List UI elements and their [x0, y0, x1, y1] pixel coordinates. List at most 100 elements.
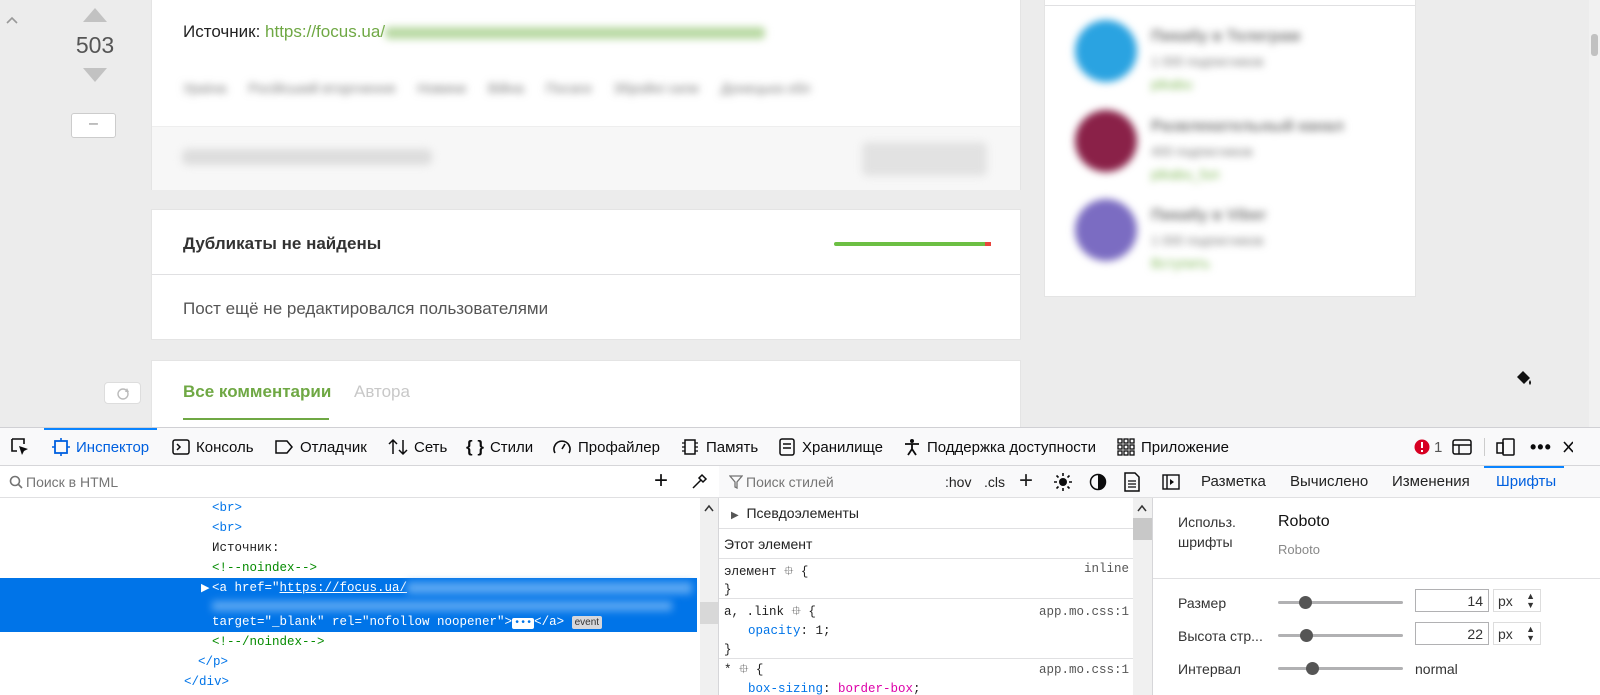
more-options-icon[interactable]: •••: [1530, 428, 1552, 466]
css-property[interactable]: opacity: [748, 624, 801, 638]
cls-toggle[interactable]: .cls: [984, 474, 1005, 490]
social-link[interactable]: pikabu_fun: [1151, 166, 1220, 182]
toggle-sidebar-icon[interactable]: [1162, 474, 1180, 490]
tag[interactable]: Новини: [417, 80, 466, 96]
tab-styles[interactable]: { } Стили: [466, 428, 533, 466]
split-console-icon[interactable]: [1452, 428, 1472, 466]
add-rule-icon[interactable]: +: [1019, 469, 1033, 493]
duplicates-title: Дубликаты не найдены: [183, 234, 382, 253]
font-size-slider[interactable]: [1278, 596, 1403, 609]
refresh-button[interactable]: [104, 382, 141, 404]
node-highlight-icon[interactable]: ⯐: [739, 663, 748, 677]
rule-selector[interactable]: a, .link: [724, 605, 784, 619]
styles-search-input[interactable]: [746, 472, 936, 492]
markup-line[interactable]: </p>: [198, 655, 228, 669]
tab-layout[interactable]: Разметка: [1201, 473, 1266, 490]
donate-button[interactable]: [862, 142, 987, 176]
font-size-unit-select[interactable]: px ▲ ▼: [1493, 589, 1541, 612]
markup-line[interactable]: <!--noindex-->: [212, 561, 317, 575]
post-score: 503: [75, 32, 115, 58]
tab-computed[interactable]: Вычислено: [1290, 473, 1368, 490]
collapse-button[interactable]: –: [71, 113, 116, 138]
expand-arrow-icon[interactable]: ▶: [201, 581, 209, 595]
tab-application[interactable]: Приложение: [1117, 428, 1229, 466]
letter-spacing-slider[interactable]: [1278, 662, 1403, 675]
markup-line[interactable]: <br>: [212, 501, 242, 515]
font-size-input[interactable]: 14: [1415, 589, 1489, 612]
node-highlight-icon[interactable]: ⯐: [792, 605, 801, 619]
line-height-input[interactable]: 22: [1415, 622, 1489, 645]
line-height-unit-select[interactable]: px ▲ ▼: [1493, 622, 1541, 645]
paint-bucket-icon[interactable]: [1514, 368, 1534, 393]
rule-source[interactable]: inline: [1084, 562, 1129, 576]
pseudo-label: Псевдоэлементы: [746, 505, 859, 521]
tab-network[interactable]: Сеть: [388, 428, 447, 466]
scroll-up-icon[interactable]: [6, 12, 18, 24]
tag[interactable]: Війна: [488, 80, 524, 96]
social-sidebar: Пикабу в Телеграм 1 000 подписчиков pika…: [1044, 0, 1416, 297]
element-picker-icon[interactable]: [10, 428, 30, 466]
tab-author-comments[interactable]: Автора: [354, 382, 410, 402]
rules-scrollbar[interactable]: [1133, 498, 1152, 695]
used-fonts-label: Использ.: [1178, 514, 1236, 530]
error-counter[interactable]: 1: [1414, 428, 1442, 466]
responsive-design-icon[interactable]: [1496, 428, 1516, 466]
light-mode-icon[interactable]: [1053, 472, 1073, 492]
event-badge[interactable]: event: [571, 616, 603, 629]
tag[interactable]: Ураїна: [183, 80, 226, 96]
tab-debugger[interactable]: Отладчик: [274, 428, 367, 466]
tab-label: Консоль: [196, 438, 254, 456]
rule-source[interactable]: app.mo.css:1: [1039, 603, 1129, 622]
add-node-icon[interactable]: +: [654, 469, 668, 493]
line-height-slider[interactable]: [1278, 629, 1403, 642]
tag[interactable]: Посаги: [546, 80, 592, 96]
tab-accessibility[interactable]: Поддержка доступности: [903, 428, 1096, 466]
tab-storage[interactable]: Хранилище: [778, 428, 883, 466]
markup-line[interactable]: <!--/noindex-->: [212, 635, 325, 649]
markup-link[interactable]: https://focus.ua/: [280, 581, 408, 595]
tag[interactable]: Збройні сили: [613, 80, 698, 96]
tab-fonts[interactable]: Шрифты: [1496, 473, 1556, 490]
tab-label: Инспектор: [76, 438, 150, 456]
tab-profiler[interactable]: Профайлер: [552, 428, 660, 466]
node-highlight-icon[interactable]: ⯐: [784, 565, 793, 579]
post-actions[interactable]: [182, 149, 432, 165]
rule-selector[interactable]: *: [724, 663, 732, 677]
font-name: Roboto: [1278, 513, 1330, 530]
print-media-icon[interactable]: [1124, 472, 1140, 492]
tab-memory[interactable]: Память: [680, 428, 758, 466]
source-link[interactable]: https://focus.ua/: [265, 22, 385, 41]
dark-mode-icon[interactable]: [1089, 473, 1107, 491]
upvote-button[interactable]: [83, 8, 107, 27]
page-scrollbar[interactable]: [1589, 0, 1600, 427]
source-link-rest[interactable]: [385, 26, 766, 39]
css-value[interactable]: border-box: [838, 682, 913, 695]
tab-changes[interactable]: Изменения: [1392, 473, 1470, 490]
pseudo-elements-toggle[interactable]: ▶ Псевдоэлементы: [731, 505, 859, 521]
hov-toggle[interactable]: :hov: [945, 474, 971, 490]
network-icon: [388, 438, 408, 456]
css-property[interactable]: box-sizing: [748, 682, 823, 695]
tab-inspector[interactable]: Инспектор: [44, 428, 158, 466]
duplicates-progress: [834, 242, 991, 246]
markup-line[interactable]: <br>: [212, 521, 242, 535]
markup-line[interactable]: </div>: [184, 675, 229, 689]
rule-selector[interactable]: элемент: [724, 565, 777, 579]
selected-node[interactable]: ▶ <a href="https://focus.ua/ target="_bl…: [0, 578, 697, 632]
tab-console[interactable]: Консоль: [172, 428, 254, 466]
css-value[interactable]: 1: [816, 624, 824, 638]
html-search-input[interactable]: [26, 472, 626, 492]
application-icon: [1117, 438, 1135, 456]
eyedropper-icon[interactable]: [690, 473, 708, 491]
markup-line[interactable]: Источник:: [212, 541, 280, 555]
ellipsis-badge[interactable]: •••: [512, 618, 535, 629]
tab-all-comments[interactable]: Все комментарии: [183, 382, 331, 402]
downvote-button[interactable]: [83, 68, 107, 87]
close-icon[interactable]: [1563, 428, 1573, 466]
tag[interactable]: Російський вторгнення: [248, 80, 395, 96]
social-link[interactable]: pikabu: [1151, 76, 1192, 92]
social-link[interactable]: Вступить: [1151, 255, 1210, 271]
markup-scrollbar[interactable]: [700, 498, 718, 695]
tag[interactable]: Донецька обл: [721, 80, 811, 96]
rule-source[interactable]: app.mo.css:1: [1039, 661, 1129, 680]
